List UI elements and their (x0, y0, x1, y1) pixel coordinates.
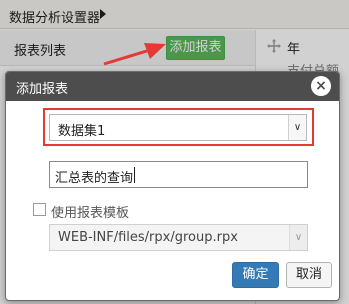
dataset-select[interactable]: 数据集1 ∨ (49, 114, 307, 141)
chevron-down-icon[interactable]: ∨ (288, 115, 306, 140)
dataset-select-value: 数据集1 (58, 124, 106, 139)
text-caret (134, 167, 135, 183)
cancel-button[interactable]: 取消 (286, 262, 332, 288)
close-icon[interactable]: × (311, 76, 331, 96)
chevron-down-icon[interactable]: ∨ (289, 225, 307, 250)
add-report-dialog: 添加报表 × 数据集1 ∨ 汇总表的查询 使用报表模板 WEB-INF/file… (5, 71, 340, 301)
dialog-header: 添加报表 × (6, 72, 339, 101)
template-select[interactable]: WEB-INF/files/rpx/group.rpx ∨ (49, 224, 308, 251)
confirm-button[interactable]: 确定 (232, 262, 279, 288)
dialog-title: 添加报表 (16, 82, 69, 97)
report-name-value: 汇总表的查询 (55, 171, 134, 186)
use-template-checkbox[interactable] (33, 203, 46, 216)
template-select-value: WEB-INF/files/rpx/group.rpx (58, 230, 238, 245)
report-name-input[interactable]: 汇总表的查询 (49, 161, 308, 188)
app-window: 数据分析设置器 报表列表 添加报表 年 支付总额 添加报表 × 数据集1 ∨ 汇… (0, 0, 349, 304)
use-template-label[interactable]: 使用报表模板 (51, 202, 129, 221)
red-arrow-annotation (103, 43, 166, 66)
